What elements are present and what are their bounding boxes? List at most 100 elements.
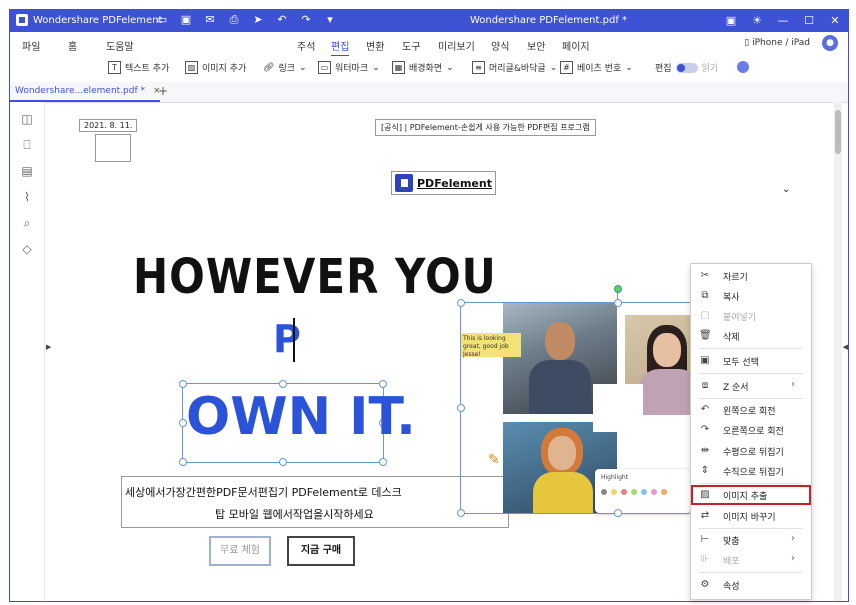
user-avatar[interactable]: ● xyxy=(822,35,838,51)
customize-dropdown-icon[interactable]: ▾ xyxy=(323,13,337,27)
expand-right-icon[interactable]: ◀ xyxy=(843,343,848,351)
add-tab-icon[interactable]: + xyxy=(158,84,168,98)
extract-image-icon: ▨ xyxy=(700,489,710,500)
close-window-icon[interactable]: ✕ xyxy=(822,10,848,32)
scroll-thumb[interactable] xyxy=(835,110,841,154)
menu-preview[interactable]: 미리보기 xyxy=(438,38,475,53)
menu-home[interactable]: 홈 xyxy=(68,38,77,53)
free-trial-button[interactable]: 무료 체험 xyxy=(209,536,271,566)
add-text-label: 텍스트 추가 xyxy=(125,64,170,74)
add-image-button[interactable]: ▨ 이미지 추가 xyxy=(185,61,246,74)
app-name-label: Wondershare PDFelement xyxy=(33,14,163,26)
settings-hex-icon xyxy=(737,61,749,73)
ctx-z-order[interactable]: ⧈ Z 순서 › xyxy=(691,376,811,396)
bookmark-icon[interactable]: ⎕ xyxy=(20,138,34,152)
resize-handle[interactable] xyxy=(379,458,387,466)
doc-headline[interactable]: [공식] | PDFelement-손쉽게 사용 가능한 PDF편집 프로그램 xyxy=(375,119,596,136)
menu-protect[interactable]: 보안 xyxy=(527,38,545,53)
thumbnails-icon[interactable]: ◫ xyxy=(20,112,34,126)
korean-text-line1[interactable]: 세상에서가장간편한PDF문서편집기 PDFelement로 데스크 xyxy=(125,484,402,500)
korean-text-line2[interactable]: 탑 모바일 웹에서작업을시작하세요 xyxy=(215,506,374,522)
dropdown-icon: ⌄ xyxy=(372,62,380,73)
ctx-rotate-right[interactable]: ↷ 오른쪽으로 회전 xyxy=(691,420,811,440)
resize-handle[interactable] xyxy=(179,458,187,466)
resize-handle[interactable] xyxy=(614,299,622,307)
menu-page[interactable]: 페이지 xyxy=(562,38,590,53)
submenu-arrow-icon: › xyxy=(791,533,795,544)
tab-bar: Wondershare...element.pdf * × + xyxy=(10,82,848,103)
headline-p[interactable]: P xyxy=(273,317,301,361)
menu-convert[interactable]: 변환 xyxy=(366,38,384,53)
ctx-flip-horizontal[interactable]: ⇹ 수평으로 뒤집기 xyxy=(691,441,811,461)
ctx-cut[interactable]: ✂ 자르기 xyxy=(691,266,811,286)
ctx-rotate-left[interactable]: ↶ 왼쪽으로 회전 xyxy=(691,400,811,420)
resize-handle[interactable] xyxy=(614,509,622,517)
search-icon[interactable]: ⌕ xyxy=(20,216,34,230)
menu-annotate[interactable]: 주석 xyxy=(297,38,315,53)
mode-toggle[interactable] xyxy=(675,62,698,73)
ctx-copy[interactable]: ⧉ 복사 xyxy=(691,286,811,306)
bates-label: 베이츠 번호 xyxy=(577,64,622,74)
maximize-icon[interactable]: ☐ xyxy=(796,10,822,32)
attachment-icon[interactable]: ⌇ xyxy=(20,190,34,204)
buy-now-button[interactable]: 지금 구매 xyxy=(287,536,355,566)
text-cursor xyxy=(293,318,295,362)
doc-empty-box[interactable] xyxy=(95,134,131,162)
minimize-icon[interactable]: — xyxy=(770,10,796,32)
ctx-properties[interactable]: ⚙ 속성 xyxy=(691,575,811,595)
rotate-handle[interactable] xyxy=(614,285,622,293)
ctx-label: 배포 xyxy=(723,557,740,567)
ctx-select-all[interactable]: ▣ 모두 선택 xyxy=(691,351,811,371)
undo-icon[interactable]: ↶ xyxy=(275,13,289,27)
headline-however-you[interactable]: HOWEVER YOU xyxy=(133,248,497,304)
menu-help[interactable]: 도움말 xyxy=(106,38,134,53)
layers-icon[interactable]: ◇ xyxy=(20,242,34,256)
resize-handle[interactable] xyxy=(457,299,465,307)
edit-read-toggle[interactable]: 편집 읽기 xyxy=(655,61,718,74)
menu-form[interactable]: 양식 xyxy=(491,38,509,53)
comment-icon[interactable]: ▤ xyxy=(20,164,34,178)
ctx-extract-image[interactable]: ▨ 이미지 추출 xyxy=(691,485,811,505)
email-icon[interactable]: ✉ xyxy=(203,13,217,27)
link-button[interactable]: 🔗︎ 링크 ⌄ xyxy=(263,61,307,75)
share-icon[interactable]: ➤ xyxy=(251,13,265,27)
ctx-paste[interactable]: ▢ 붙여넣기 xyxy=(691,306,811,326)
replace-image-icon: ⇄ xyxy=(700,510,710,521)
menu-tools[interactable]: 도구 xyxy=(402,38,420,53)
bates-button[interactable]: # 베이츠 번호 ⌄ xyxy=(560,61,633,74)
add-text-button[interactable]: T 텍스트 추가 xyxy=(108,61,169,74)
menu-edit[interactable]: 편집 xyxy=(331,38,350,57)
pdfelement-logo[interactable]: PDFelement xyxy=(391,171,496,195)
resize-handle[interactable] xyxy=(279,458,287,466)
menu-file[interactable]: 파일 xyxy=(22,38,40,53)
device-button[interactable]: ▯ iPhone / iPad xyxy=(744,38,810,48)
ctx-replace-image[interactable]: ⇄ 이미지 바꾸기 xyxy=(691,506,811,526)
ctx-label: 수직으로 뒤집기 xyxy=(723,468,784,478)
ctx-label: 오른쪽으로 회전 xyxy=(723,427,784,437)
print-icon[interactable]: ⎙ xyxy=(227,13,241,27)
ctx-align[interactable]: ⊢ 맞춤 › xyxy=(691,530,811,550)
open-folder-icon[interactable]: ▭ xyxy=(155,13,169,27)
ctx-delete[interactable]: 🗑︎ 삭제 xyxy=(691,326,811,346)
watermark-button[interactable]: ▭ 워터마크 ⌄ xyxy=(318,61,380,74)
resize-handle[interactable] xyxy=(457,509,465,517)
resize-handle[interactable] xyxy=(457,404,465,412)
ctx-distribute[interactable]: ⊪ 배포 › xyxy=(691,550,811,570)
image-selection-box[interactable] xyxy=(460,302,715,514)
ctx-flip-vertical[interactable]: ⇕ 수직으로 뒤집기 xyxy=(691,461,811,481)
redo-icon[interactable]: ↷ xyxy=(299,13,313,27)
doc-date[interactable]: 2021. 8. 11. xyxy=(79,119,138,132)
headline-own-it[interactable]: OWN IT. xyxy=(186,387,416,447)
settings-button[interactable] xyxy=(737,61,749,73)
background-button[interactable]: ▦ 배경화면 ⌄ xyxy=(392,61,454,74)
header-footer-button[interactable]: ≡ 머리글&바닥글 ⌄ xyxy=(472,61,557,74)
document-tab[interactable]: Wondershare...element.pdf * × xyxy=(15,86,161,96)
expand-left-icon[interactable]: ▶ xyxy=(46,343,51,351)
ctx-label: 왼쪽으로 회전 xyxy=(723,407,776,417)
chevron-down-icon[interactable]: ⌄ xyxy=(782,184,790,195)
vertical-scrollbar[interactable] xyxy=(834,102,842,601)
theme-icon[interactable]: ☀ xyxy=(744,10,770,32)
link-label: 링크 xyxy=(278,64,295,74)
save-icon[interactable]: ▣ xyxy=(179,13,193,27)
feedback-icon[interactable]: ▣ xyxy=(718,10,744,32)
